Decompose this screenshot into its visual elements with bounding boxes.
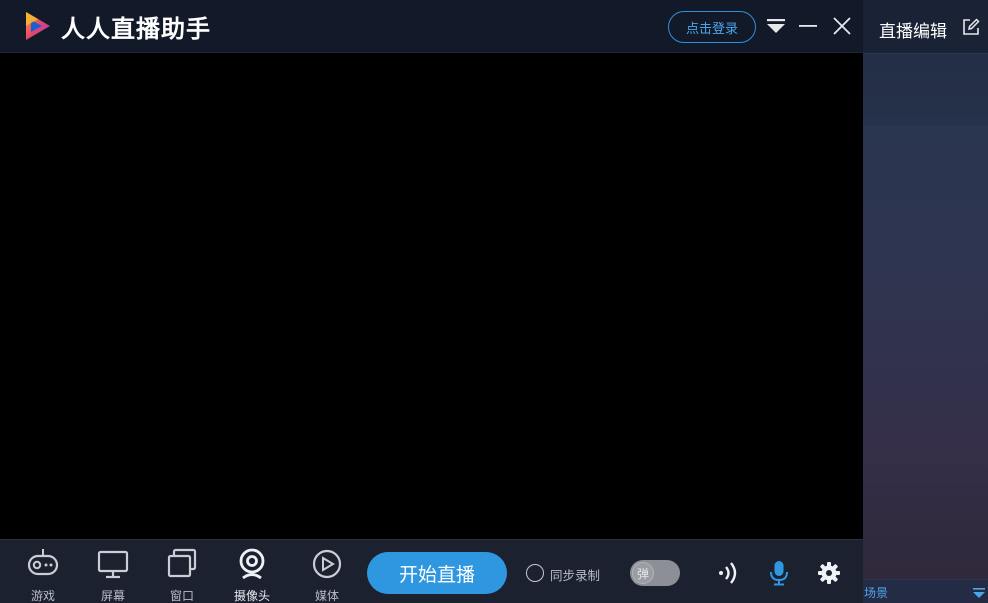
window-icon [167,548,197,577]
speaker-button[interactable] [716,560,742,586]
start-live-button[interactable]: 开始直播 [367,552,507,594]
tool-label: 窗口 [169,589,194,603]
tool-label: 媒体 [314,589,339,603]
scene-area[interactable] [863,54,988,126]
menu-chevron-icon [767,19,785,33]
source-game-button[interactable]: 游戏 [15,546,71,603]
source-media-button[interactable]: 媒体 [299,546,355,603]
edit-icon [963,18,980,35]
tool-label: 屏幕 [100,589,125,603]
close-button[interactable] [830,14,854,38]
login-button[interactable]: 点击登录 [668,11,756,43]
dropdown-menu-button[interactable] [764,14,788,38]
scene-label[interactable]: 场景 [864,584,888,601]
sync-record-label: 同步录制 [550,568,601,583]
scene-dropdown-button[interactable] [972,585,986,599]
source-window-button[interactable]: 窗口 [154,546,210,603]
settings-button[interactable] [816,560,842,586]
gamepad-icon [27,548,59,575]
monitor-icon [97,550,129,578]
chevron-down-icon [973,588,985,598]
tool-label: 游戏 [30,589,55,603]
edit-button[interactable] [962,18,980,36]
live-preview-area[interactable] [0,53,863,539]
bottom-toolbar: 游戏 屏幕 窗口 摄像头 媒体 开始直播 同步录制 弹 [0,539,863,603]
speaker-volume-icon [719,562,737,584]
scene-bar: 场景 [863,579,988,603]
play-media-icon [312,549,342,578]
live-edit-title: 直播编辑 [879,22,947,42]
close-icon [833,17,851,35]
tool-label: 摄像头 [233,589,270,603]
live-edit-panel: 直播编辑 场景 [863,0,988,603]
gear-icon [818,562,840,584]
source-webcam-button[interactable]: 摄像头 [224,546,280,603]
app-logo-icon [26,12,50,40]
microphone-icon [770,561,788,586]
title-bar: 人人直播助手 点击登录 [0,0,863,53]
live-edit-header: 直播编辑 [863,0,988,54]
webcam-icon [239,548,265,579]
danmaku-toggle-knob: 弹 [632,562,654,584]
sync-record-checkbox[interactable] [526,564,544,582]
minimize-button[interactable] [796,14,820,38]
app-title: 人人直播助手 [61,15,211,43]
danmaku-toggle[interactable]: 弹 [630,560,680,586]
microphone-button[interactable] [766,560,792,586]
minimize-icon [799,25,817,27]
source-screen-button[interactable]: 屏幕 [85,546,141,603]
